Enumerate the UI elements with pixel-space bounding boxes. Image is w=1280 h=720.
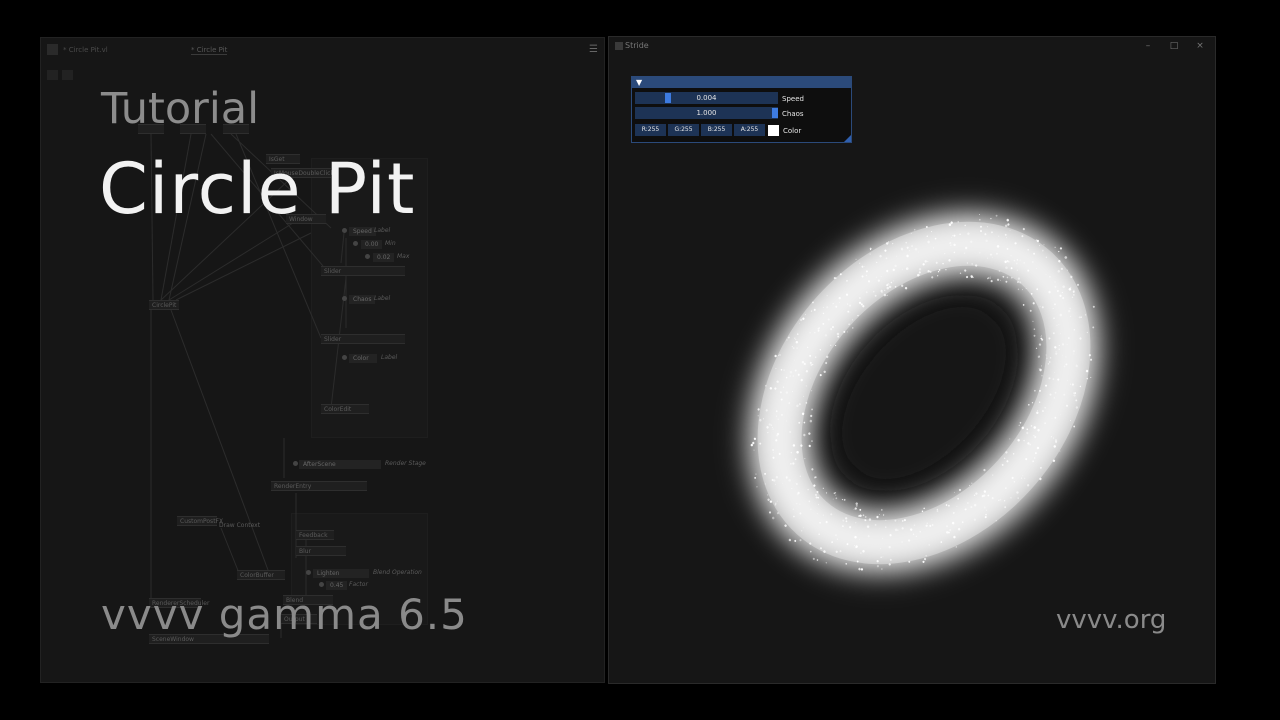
particle-dot xyxy=(989,277,991,279)
particle-dot xyxy=(811,440,813,442)
stride-window-title: Stride xyxy=(625,41,649,50)
node-color-edit[interactable]: ColorEdit xyxy=(321,404,369,414)
stride-titlebar[interactable]: Stride – □ × xyxy=(609,37,1215,55)
iobox-chaos[interactable]: Chaos xyxy=(349,295,376,304)
iobox-min[interactable]: 0.00 xyxy=(361,240,383,249)
website-label: vvvv.org xyxy=(1056,605,1167,635)
pin-icon[interactable] xyxy=(293,461,298,466)
iobox-blend-operation[interactable]: Lighten xyxy=(313,569,369,578)
speed-label: Speed xyxy=(782,95,804,103)
particle-dot xyxy=(1032,320,1034,322)
node-circle-pit[interactable]: CirclePit xyxy=(149,300,179,310)
node-custom-postfx[interactable]: CustomPostFX xyxy=(177,516,223,526)
chaos-slider[interactable]: 1.000 xyxy=(635,107,778,119)
color-channel-g[interactable]: G:255 xyxy=(668,124,699,136)
tutorial-subtitle: Tutorial xyxy=(101,84,260,134)
node-color-buffer[interactable]: ColorBuffer xyxy=(237,570,285,580)
pin-icon[interactable] xyxy=(353,241,358,246)
annotation-label: Label xyxy=(381,354,398,361)
color-channel-r[interactable]: R:255 xyxy=(635,124,666,136)
particle-dot xyxy=(1035,347,1038,349)
color-swatch[interactable] xyxy=(768,125,779,136)
node-blur[interactable]: Blur xyxy=(296,546,346,556)
particle-dot xyxy=(1022,304,1025,306)
particle-scene xyxy=(748,212,1100,574)
pin-icon[interactable] xyxy=(342,296,347,301)
annotation-blend-operation: Blend Operation xyxy=(373,569,422,576)
particle-dot xyxy=(833,492,836,495)
color-channel-b[interactable]: B:255 xyxy=(701,124,732,136)
pin-icon[interactable] xyxy=(319,582,324,587)
iobox-color[interactable]: Color xyxy=(349,354,377,363)
iobox-render-stage[interactable]: AfterScene xyxy=(299,460,381,469)
particle-dot xyxy=(966,275,969,279)
particle-dot xyxy=(843,498,846,501)
close-icon[interactable]: × xyxy=(1187,39,1213,53)
iobox-factor[interactable]: 0.45 xyxy=(326,581,348,590)
speed-slider[interactable]: 0.004 xyxy=(635,92,778,104)
particle-ring xyxy=(748,212,1100,574)
particle-dot xyxy=(835,494,837,496)
annotation-label: Label xyxy=(374,295,391,302)
imgui-panel[interactable]: ▼ 0.004 Speed 1.000 Chaos R:255 G:255 B:… xyxy=(631,76,852,143)
annotation-min: Min xyxy=(385,240,396,247)
speed-value: 0.004 xyxy=(696,94,717,102)
node-feedback[interactable]: Feedback xyxy=(296,530,334,540)
chaos-value: 1.000 xyxy=(696,109,717,117)
version-label: vvvv gamma 6.5 xyxy=(101,590,468,639)
resize-grip-icon[interactable] xyxy=(844,135,851,142)
pin-icon[interactable] xyxy=(365,254,370,259)
annotation-max: Max xyxy=(397,253,410,260)
stride-app-icon xyxy=(615,42,623,50)
particle-dot xyxy=(990,280,993,283)
color-label: Color xyxy=(783,127,802,135)
iobox-max[interactable]: 0.02 xyxy=(373,253,395,262)
tutorial-title: Circle Pit xyxy=(99,148,416,230)
pin-icon[interactable] xyxy=(306,570,311,575)
node-slider[interactable]: Slider xyxy=(321,266,405,276)
draw-context-label: Draw Context xyxy=(219,522,261,529)
annotation-render-stage: Render Stage xyxy=(385,460,426,467)
pin-icon[interactable] xyxy=(342,355,347,360)
maximize-icon[interactable]: □ xyxy=(1161,39,1187,53)
node-slider[interactable]: Slider xyxy=(321,334,405,344)
particle-dot xyxy=(973,277,975,278)
color-channel-a[interactable]: A:255 xyxy=(734,124,765,136)
particle-dot xyxy=(1033,328,1036,330)
imgui-header[interactable]: ▼ xyxy=(632,77,851,88)
collapse-triangle-icon[interactable]: ▼ xyxy=(636,77,642,88)
particle-dot xyxy=(881,509,883,511)
stride-render-window: Stride – □ × ▼ 0.004 Speed 1.000 Chaos R… xyxy=(608,36,1216,684)
particle-dot xyxy=(855,502,858,505)
node-render-entry[interactable]: RenderEntry xyxy=(271,481,367,491)
annotation-factor: Factor xyxy=(349,581,368,588)
particle-dot xyxy=(1033,334,1036,337)
chaos-label: Chaos xyxy=(782,110,804,118)
particle-dot xyxy=(812,557,815,560)
particle-dot xyxy=(841,499,844,501)
minimize-icon[interactable]: – xyxy=(1135,39,1161,53)
